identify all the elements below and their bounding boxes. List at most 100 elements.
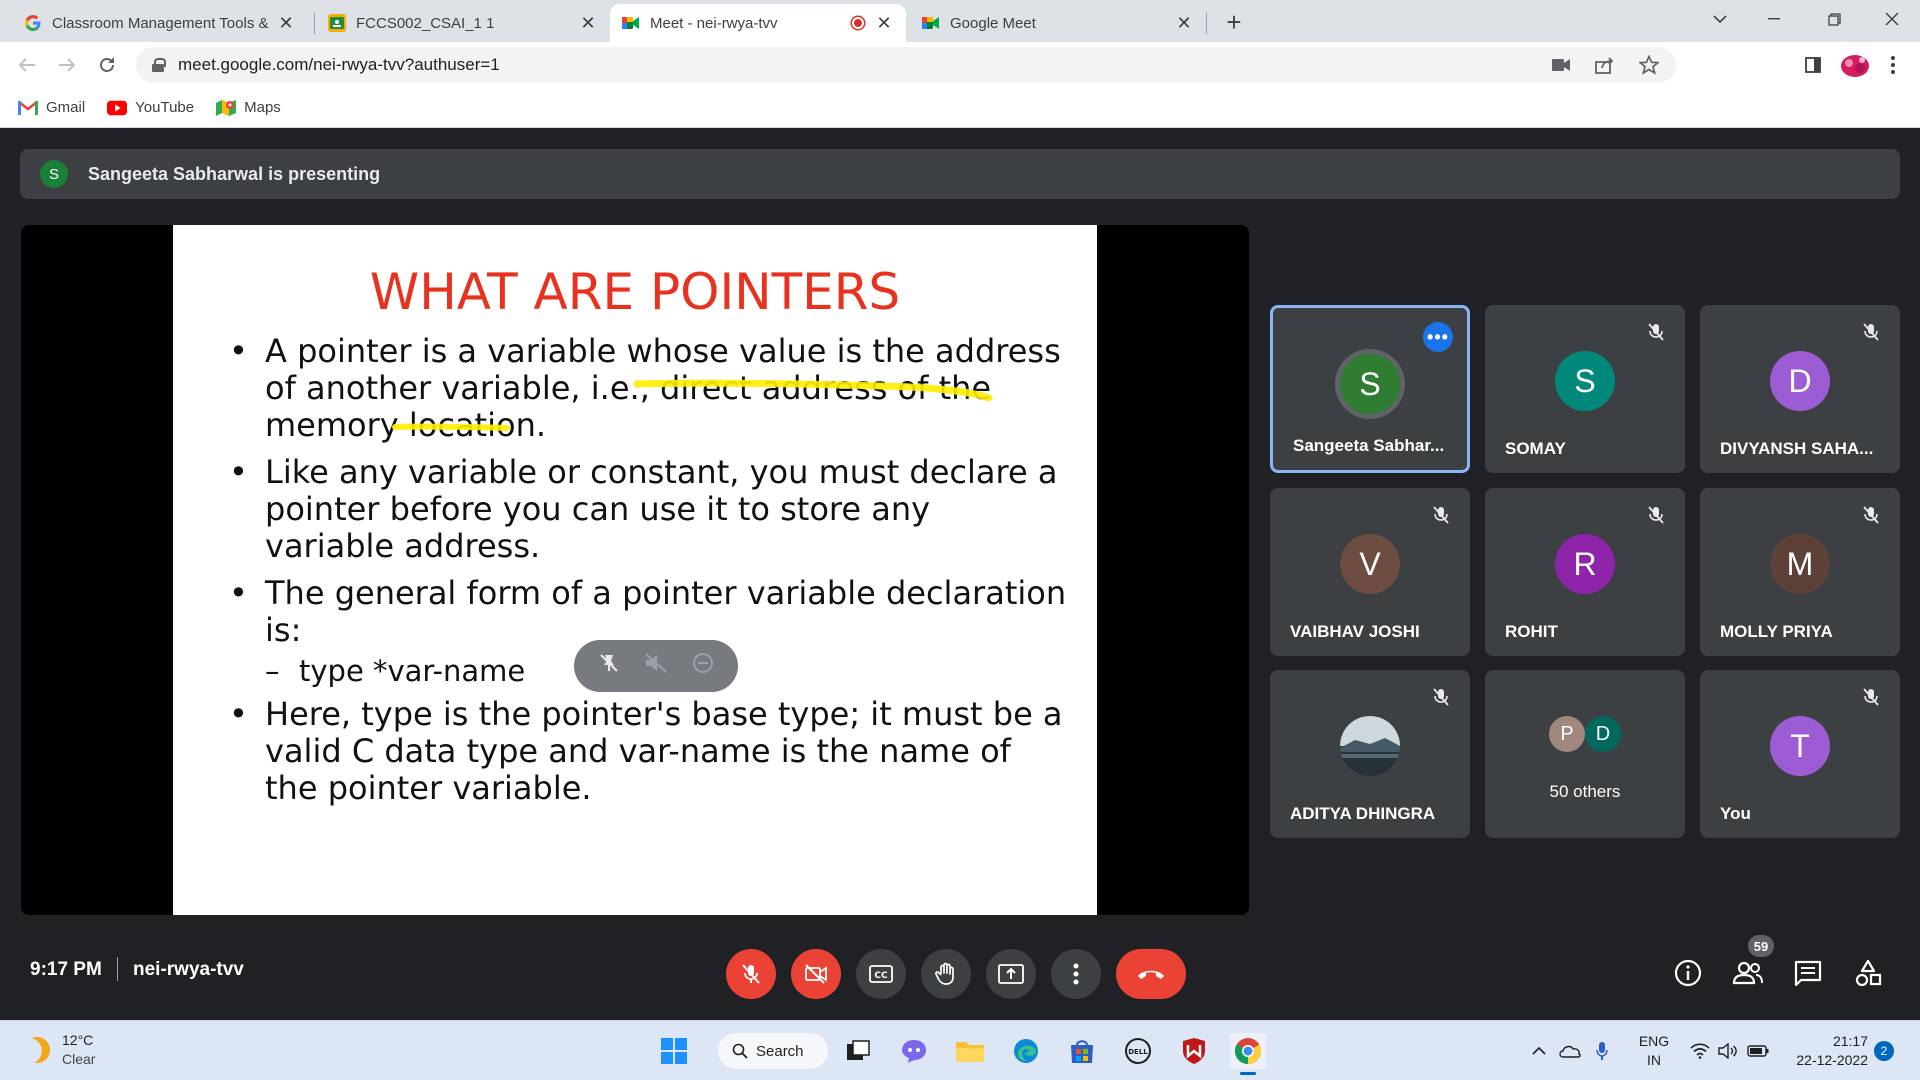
remove-icon[interactable] bbox=[692, 652, 714, 680]
file-explorer-icon[interactable] bbox=[952, 1033, 988, 1069]
dell-icon[interactable]: DELL bbox=[1120, 1033, 1156, 1069]
mic-off-icon bbox=[1643, 319, 1669, 345]
battery-icon[interactable] bbox=[1744, 1021, 1772, 1080]
bookmark-label: YouTube bbox=[135, 99, 195, 116]
chat-app-icon[interactable] bbox=[896, 1033, 932, 1069]
system-clock[interactable]: 21:17 22-12-2022 bbox=[1784, 1032, 1868, 1070]
tab-meet-active[interactable]: Meet - nei-rwya-tvv ✕ bbox=[610, 4, 906, 42]
tab-fccs002[interactable]: FCCS002_CSAI_1 1 ✕ bbox=[316, 4, 610, 42]
yellow-highlight-mark bbox=[392, 423, 510, 431]
participant-avatar: D bbox=[1585, 716, 1621, 752]
bookmark-label: Maps bbox=[244, 99, 281, 116]
self-tile[interactable]: T You bbox=[1700, 670, 1900, 838]
minimize-button[interactable] bbox=[1746, 0, 1802, 38]
participant-name: ADITYA DHINGRA bbox=[1290, 804, 1436, 823]
address-bar[interactable]: meet.google.com/nei-rwya-tvv?authuser=1 bbox=[136, 47, 1676, 83]
reload-icon[interactable] bbox=[92, 50, 122, 80]
participant-avatar: V bbox=[1340, 534, 1400, 594]
others-count-label: 50 others bbox=[1549, 782, 1621, 801]
present-screen-button[interactable] bbox=[986, 949, 1036, 999]
meet-main: S Sangeeta Sabharwal is presenting WHAT … bbox=[0, 129, 1920, 1020]
participant-tile[interactable]: S SOMAY bbox=[1485, 305, 1685, 473]
pin-off-icon[interactable] bbox=[598, 652, 620, 680]
clock-time: 21:17 bbox=[1832, 1033, 1868, 1049]
weather-widget[interactable]: 12°C Clear bbox=[24, 1031, 95, 1069]
microphone-tray-icon[interactable] bbox=[1590, 1021, 1614, 1080]
mcafee-icon[interactable] bbox=[1176, 1033, 1212, 1069]
meeting-details-icon[interactable] bbox=[1668, 953, 1708, 993]
bookmark-gmail[interactable]: Gmail bbox=[18, 99, 85, 117]
participant-avatar: S bbox=[1340, 354, 1400, 414]
share-icon[interactable] bbox=[1594, 54, 1616, 76]
raise-hand-button[interactable] bbox=[921, 949, 971, 999]
taskbar-search[interactable]: Search bbox=[718, 1033, 828, 1069]
participant-tile[interactable]: V VAIBHAV JOSHI bbox=[1270, 488, 1470, 656]
lock-icon[interactable] bbox=[152, 58, 166, 72]
close-icon[interactable]: ✕ bbox=[1174, 13, 1194, 33]
side-panel-icon[interactable] bbox=[1798, 50, 1828, 80]
chrome-taskbar-icon[interactable] bbox=[1230, 1033, 1266, 1075]
microsoft-store-icon[interactable] bbox=[1064, 1033, 1100, 1069]
back-arrow-icon[interactable] bbox=[12, 50, 42, 80]
recording-indicator-icon bbox=[852, 17, 864, 29]
edge-browser-icon[interactable] bbox=[1008, 1033, 1044, 1069]
presentation-slide: WHAT ARE POINTERS A pointer is a variabl… bbox=[173, 225, 1097, 915]
participant-name: MOLLY PRIYA bbox=[1720, 622, 1833, 641]
participant-avatar: S bbox=[1555, 351, 1615, 411]
meeting-code: nei-rwya-tvv bbox=[133, 959, 244, 980]
forward-arrow-icon[interactable] bbox=[52, 50, 82, 80]
profile-avatar[interactable] bbox=[1838, 50, 1872, 80]
participant-tile[interactable]: D DIVYANSH SAHA... bbox=[1700, 305, 1900, 473]
language-indicator[interactable]: ENG IN bbox=[1632, 1032, 1676, 1070]
bookmark-youtube[interactable]: YouTube bbox=[107, 99, 194, 117]
maps-icon bbox=[216, 99, 237, 117]
chrome-menu-icon[interactable] bbox=[1878, 50, 1908, 80]
more-options-button[interactable] bbox=[1051, 949, 1101, 999]
onedrive-icon[interactable] bbox=[1556, 1021, 1584, 1080]
search-label: Search bbox=[756, 1042, 804, 1060]
meet-icon bbox=[622, 14, 640, 32]
tab-title: Classroom Management Tools & bbox=[52, 14, 269, 32]
notification-badge[interactable]: 2 bbox=[1874, 1041, 1894, 1061]
presentation-stage[interactable]: WHAT ARE POINTERS A pointer is a variabl… bbox=[21, 225, 1249, 915]
camera-in-use-icon[interactable] bbox=[1550, 54, 1572, 76]
presenting-banner: S Sangeeta Sabharwal is presenting bbox=[20, 149, 1900, 199]
new-tab-button[interactable]: + bbox=[1220, 7, 1248, 37]
youtube-icon bbox=[107, 99, 128, 117]
slide-title: WHAT ARE POINTERS bbox=[369, 263, 901, 321]
bookmark-star-icon[interactable] bbox=[1638, 54, 1660, 76]
microphone-toggle-button[interactable] bbox=[726, 949, 776, 999]
svg-text:CC: CC bbox=[874, 971, 888, 981]
close-icon[interactable]: ✕ bbox=[578, 13, 598, 33]
task-view-icon[interactable] bbox=[840, 1033, 876, 1069]
wifi-icon[interactable] bbox=[1688, 1021, 1712, 1080]
bookmark-maps[interactable]: Maps bbox=[216, 99, 281, 117]
leave-call-button[interactable] bbox=[1116, 949, 1186, 999]
volume-icon[interactable] bbox=[1716, 1021, 1740, 1080]
activities-icon[interactable] bbox=[1848, 953, 1888, 993]
tab-search-chevron-icon[interactable] bbox=[1692, 0, 1748, 38]
chevron-up-icon[interactable] bbox=[1526, 1021, 1552, 1080]
mute-audio-icon[interactable] bbox=[644, 652, 668, 680]
close-icon[interactable]: ✕ bbox=[276, 13, 296, 33]
participant-tile[interactable]: R ROHIT bbox=[1485, 488, 1685, 656]
captions-button[interactable]: CC bbox=[856, 949, 906, 999]
participant-tile[interactable]: S ••• Sangeeta Sabhar... bbox=[1270, 305, 1470, 473]
more-options-icon[interactable]: ••• bbox=[1423, 322, 1453, 352]
participant-tile[interactable]: M MOLLY PRIYA bbox=[1700, 488, 1900, 656]
tab-google-meet[interactable]: Google Meet ✕ bbox=[910, 4, 1206, 42]
close-icon[interactable]: ✕ bbox=[874, 13, 894, 33]
chat-icon[interactable] bbox=[1788, 953, 1828, 993]
windows-start-icon[interactable] bbox=[656, 1033, 692, 1069]
slide-bullet: Like any variable or constant, you must … bbox=[229, 454, 1069, 565]
close-window-button[interactable] bbox=[1864, 0, 1920, 38]
divider bbox=[117, 957, 118, 981]
gmail-icon bbox=[18, 99, 38, 117]
participant-tile[interactable]: ADITYA DHINGRA bbox=[1270, 670, 1470, 838]
others-tile[interactable]: P D 50 others bbox=[1485, 670, 1685, 838]
people-icon[interactable] bbox=[1728, 953, 1768, 993]
camera-toggle-button[interactable] bbox=[791, 949, 841, 999]
restore-button[interactable] bbox=[1806, 0, 1862, 38]
tab-classroom-tools[interactable]: Classroom Management Tools & ✕ bbox=[12, 4, 308, 42]
participant-name: Sangeeta Sabhar... bbox=[1293, 436, 1445, 455]
